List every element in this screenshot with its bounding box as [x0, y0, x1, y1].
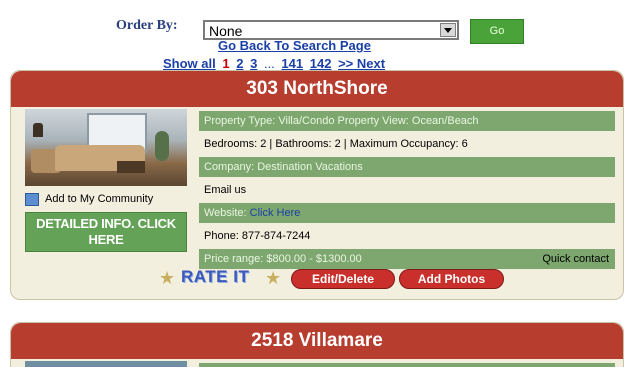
photo-table	[117, 161, 145, 173]
property-type-row	[199, 363, 615, 367]
listing-card: 303 NorthShore Add to My Community DETAI…	[10, 70, 624, 300]
back-to-search-link[interactable]: Go Back To Search Page	[218, 38, 371, 53]
property-type-row: Property Type: Villa/Condo Property View…	[199, 111, 615, 131]
website-label: Website:	[204, 207, 247, 219]
order-bar: Order By: None Go	[0, 8, 624, 44]
quick-contact-link[interactable]: Quick contact	[542, 249, 609, 269]
page-link-1[interactable]: 1	[222, 56, 229, 71]
go-button[interactable]: Go	[470, 19, 524, 44]
page-link-3[interactable]: 3	[250, 56, 257, 71]
listing-title: 2518 Villamare	[11, 323, 623, 359]
detailed-info-button[interactable]: DETAILED INFO. CLICK HERE	[25, 212, 187, 252]
website-row: Website: Click Here	[199, 203, 615, 223]
page-link-142[interactable]: 142	[310, 56, 332, 71]
price-row: Price range: $800.00 - $1300.00 Quick co…	[199, 249, 615, 269]
star-icon: ★	[159, 268, 176, 288]
order-by-label: Order By:	[116, 18, 178, 33]
listing-title: 303 NorthShore	[11, 71, 623, 107]
pager-ellipsis: ...	[263, 56, 275, 71]
rate-it-button[interactable]: RATE IT	[181, 267, 249, 287]
community-icon	[25, 193, 39, 206]
email-link[interactable]: Email us	[199, 180, 615, 200]
star-icon: ★	[265, 268, 282, 288]
edit-delete-button[interactable]: Edit/Delete	[291, 269, 395, 289]
add-photos-button[interactable]: Add Photos	[399, 269, 504, 289]
website-link[interactable]: Click Here	[250, 207, 301, 219]
photo-plant	[155, 131, 169, 161]
company-row: Company: Destination Vacations	[199, 157, 615, 177]
listing-photo[interactable]	[25, 109, 187, 186]
listing-card: 2518 Villamare	[10, 322, 624, 367]
show-all-link[interactable]: Show all	[163, 56, 216, 71]
page-link-141[interactable]: 141	[281, 56, 303, 71]
next-page-link[interactable]: >> Next	[338, 56, 385, 71]
listing-details: Property Type: Villa/Condo Property View…	[199, 111, 615, 272]
phone-row: Phone: 877-874-7244	[204, 230, 311, 242]
pagination: Show all 1 2 3 ... 141 142 >> Next	[163, 56, 388, 71]
page-link-2[interactable]: 2	[236, 56, 243, 71]
order-by-value: None	[209, 23, 243, 39]
rooms-row: Bedrooms: 2 | Bathrooms: 2 | Maximum Occ…	[204, 138, 468, 150]
chevron-down-icon[interactable]	[440, 23, 456, 37]
add-to-community-label: Add to My Community	[45, 193, 154, 205]
order-by-select[interactable]: None	[203, 20, 459, 40]
listing-photo[interactable]	[25, 361, 187, 367]
photo-lamp	[33, 123, 43, 137]
price-range: Price range: $800.00 - $1300.00	[204, 253, 362, 265]
